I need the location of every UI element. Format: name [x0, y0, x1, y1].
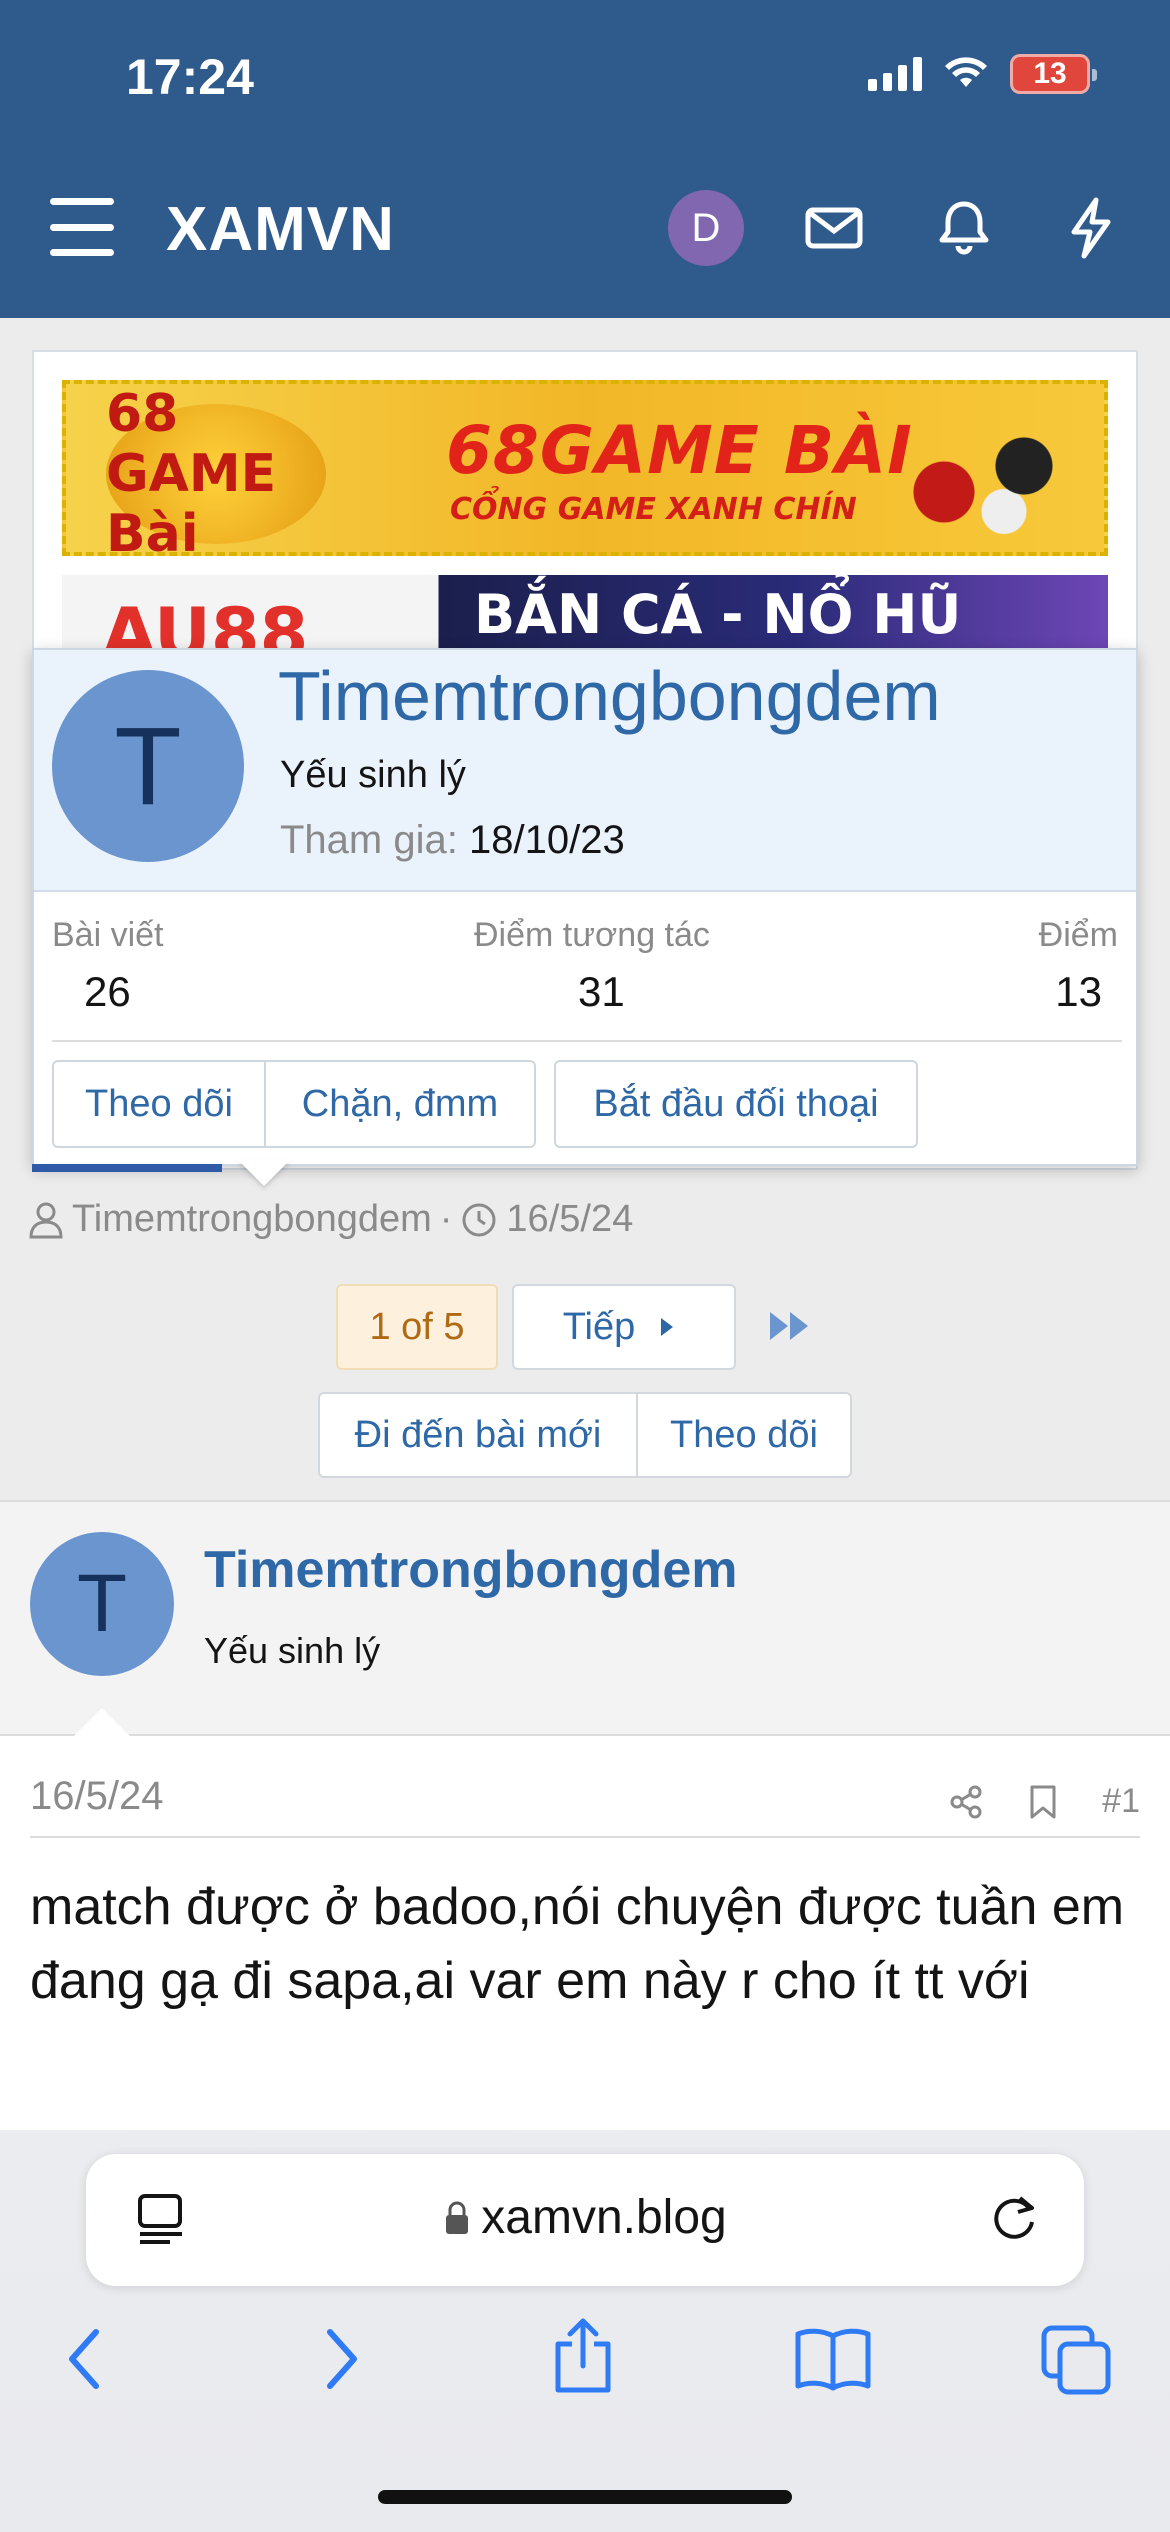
stat-label-reactions: Điểm tương tác — [474, 916, 710, 954]
status-icons: 13 — [868, 54, 1097, 94]
member-tooltip: T Timemtrongbongdem Yếu sinh lý Tham gia… — [32, 648, 1138, 1166]
post-message: match được ở badoo,nói chuyện được tuần … — [30, 1878, 1125, 2010]
go-to-new-posts-button[interactable]: Đi đến bài mới — [318, 1392, 638, 1478]
clock-icon — [462, 1203, 496, 1236]
bookmark-icon[interactable] — [1028, 1784, 1058, 1820]
user-icon — [29, 1202, 63, 1238]
status-time: 17:24 — [126, 49, 254, 105]
tabs-icon[interactable] — [1040, 2324, 1114, 2398]
stat-value-points[interactable]: 13 — [1055, 968, 1102, 1016]
member-title: Yếu sinh lý — [280, 754, 466, 796]
forward-icon[interactable] — [316, 2324, 364, 2394]
joined-value: 18/10/23 — [468, 818, 625, 862]
ad-title: BẮN CÁ - NỔ HŨ — [474, 583, 962, 646]
caret-right-icon — [661, 1318, 674, 1336]
hidden-button-edge — [32, 1164, 222, 1172]
address-bar[interactable]: xamvn.blog — [86, 2154, 1084, 2286]
next-page-button[interactable]: Tiếp — [512, 1284, 736, 1370]
lightning-icon[interactable] — [1060, 196, 1124, 260]
post-date[interactable]: 16/5/24 — [30, 1774, 163, 1819]
inbox-icon[interactable] — [802, 196, 866, 260]
page-jump-button[interactable]: 1 of 5 — [336, 1284, 498, 1370]
stat-label-points: Điểm — [1038, 916, 1118, 954]
avatar[interactable]: T — [30, 1532, 174, 1676]
post-user-title: Yếu sinh lý — [204, 1630, 381, 1671]
block-button[interactable]: Chặn, đmm — [264, 1060, 536, 1148]
stat-value-reactions: 31 — [578, 968, 625, 1015]
share-sheet-icon[interactable] — [546, 2316, 620, 2396]
thread-author[interactable]: Timemtrongbongdem — [72, 1198, 432, 1241]
casino-chips-image — [884, 414, 1084, 544]
account-avatar[interactable]: D — [668, 190, 744, 266]
cellular-signal-icon — [868, 57, 922, 91]
member-name[interactable]: Timemtrongbongdem — [278, 656, 941, 736]
joined-label: Tham gia: — [280, 818, 458, 862]
battery-indicator: 13 — [1010, 54, 1097, 94]
last-page-icon[interactable] — [768, 1306, 816, 1346]
divider — [30, 1836, 1140, 1838]
ad-banner-fish[interactable]: AU88 BẮN CÁ - NỔ HŨ — [62, 575, 1108, 650]
watch-thread-button[interactable]: Theo dõi — [636, 1392, 852, 1478]
post-number[interactable]: #1 — [1102, 1782, 1140, 1821]
lock-icon — [446, 2201, 469, 2234]
stat-value-posts[interactable]: 26 — [84, 968, 131, 1016]
post-user-block — [0, 1502, 1170, 1734]
ad-logo: AU88 — [102, 593, 309, 650]
post-actions: #1 — [948, 1782, 1140, 1821]
ad-logo: 68 GAME Bài — [106, 384, 326, 552]
avatar[interactable]: T — [52, 670, 244, 862]
wifi-icon — [945, 57, 987, 87]
site-logo[interactable]: XAMVN — [166, 194, 395, 265]
follow-button[interactable]: Theo dõi — [52, 1060, 266, 1148]
ad-title: 68GAME BÀI — [446, 412, 913, 489]
bookmarks-icon[interactable] — [792, 2324, 874, 2394]
member-joined: Tham gia: 18/10/23 — [280, 818, 625, 863]
next-label: Tiếp — [562, 1305, 636, 1348]
divider — [52, 1040, 1122, 1042]
url-text: xamvn.blog — [481, 2191, 727, 2244]
reload-icon[interactable] — [986, 2190, 1042, 2246]
ad-banner-68game[interactable]: 68 GAME Bài 68GAME BÀI CỔNG GAME XANH CH… — [62, 380, 1108, 556]
thread-date[interactable]: 16/5/24 — [506, 1198, 633, 1241]
separator: · — [439, 1198, 453, 1240]
url-display[interactable]: xamvn.blog — [86, 2190, 1084, 2245]
bell-icon[interactable] — [932, 196, 996, 260]
post-arrow — [74, 1708, 130, 1736]
app-header: 17:24 13 XAMVN D — [0, 0, 1170, 318]
thread-meta: Timemtrongbongdem · 16/5/24 — [28, 1198, 633, 1241]
home-indicator — [378, 2490, 792, 2504]
post-username[interactable]: Timemtrongbongdem — [204, 1540, 737, 1600]
ad-subtitle: CỔNG GAME XANH CHÍN — [450, 492, 857, 527]
member-tooltip-header: T Timemtrongbongdem Yếu sinh lý Tham gia… — [34, 650, 1136, 892]
menu-icon[interactable] — [50, 198, 114, 256]
start-conversation-button[interactable]: Bắt đầu đối thoại — [554, 1060, 918, 1148]
tooltip-arrow — [238, 1160, 290, 1186]
back-icon[interactable] — [62, 2324, 110, 2394]
share-icon[interactable] — [948, 1784, 984, 1820]
stat-label-posts: Bài viết — [52, 916, 164, 954]
